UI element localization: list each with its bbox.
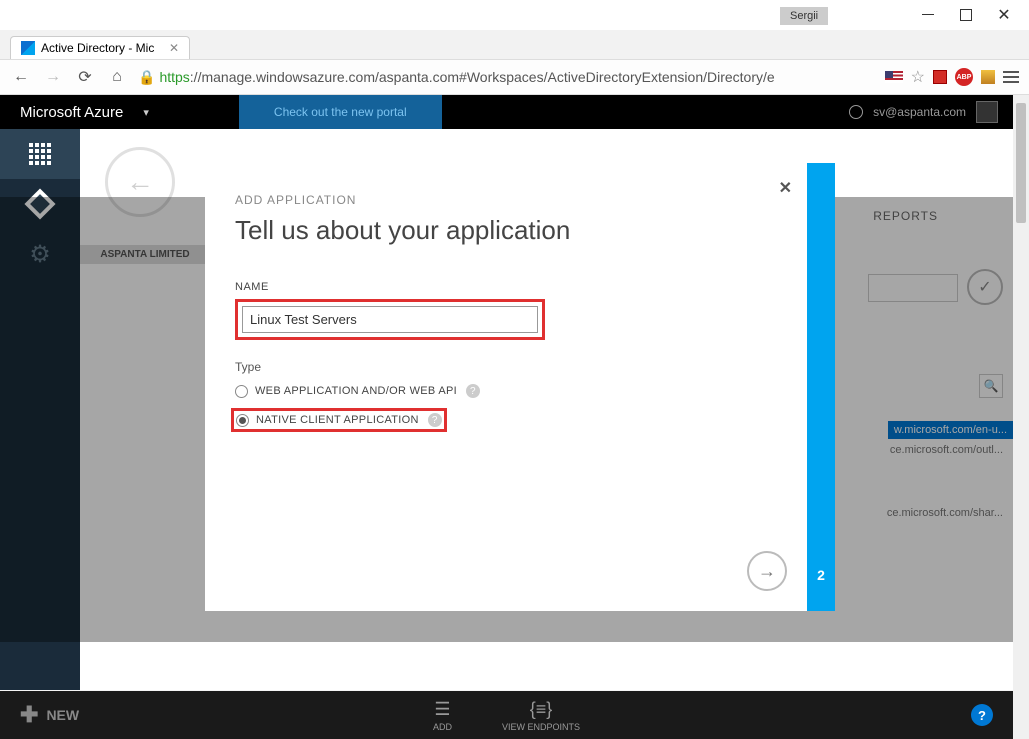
user-email: sv@aspanta.com [873, 105, 966, 119]
help-icon[interactable]: ? [466, 384, 480, 398]
locale-flag-icon[interactable] [885, 71, 903, 83]
tab-close-icon[interactable]: ✕ [169, 41, 179, 55]
endpoints-icon: {≡} [530, 699, 553, 720]
viewport: Microsoft Azure ▾ Check out the new port… [0, 95, 1029, 739]
lastpass-icon[interactable] [933, 70, 947, 84]
azure-brand[interactable]: Microsoft Azure [20, 104, 123, 121]
browser-menu-icon[interactable] [1003, 71, 1019, 83]
command-new-button[interactable]: ✚ NEW [20, 702, 79, 728]
browser-tab-active[interactable]: Active Directory - Mic ✕ [10, 36, 190, 59]
nav-forward-button[interactable]: → [42, 66, 64, 88]
bookmark-star-icon[interactable]: ☆ [911, 67, 925, 87]
command-bar: ✚ NEW ☰ ADD {≡} VIEW ENDPOINTS ? [0, 691, 1013, 739]
command-add-label: ADD [433, 722, 452, 732]
extension-icon[interactable] [981, 70, 995, 84]
command-view-endpoints-button[interactable]: {≡} VIEW ENDPOINTS [502, 699, 580, 732]
arrow-left-icon: ← [126, 166, 154, 198]
nav-reload-button[interactable]: ⟳ [74, 66, 96, 88]
dialog-next-button[interactable]: → [747, 551, 787, 591]
tab-title: Active Directory - Mic [41, 41, 154, 55]
window-user-label: Sergii [780, 7, 828, 25]
command-add-button[interactable]: ☰ ADD [433, 699, 452, 732]
vertical-scrollbar[interactable] [1013, 95, 1029, 739]
checkout-new-portal-link[interactable]: Check out the new portal [239, 95, 442, 129]
user-avatar-icon [976, 101, 998, 123]
lock-icon: 🔒 [138, 69, 155, 86]
tab-favicon-icon [21, 41, 35, 55]
name-field-highlight [235, 299, 545, 340]
url-path: ://manage.windowsazure.com/aspanta.com#W… [190, 69, 775, 85]
plus-icon: ✚ [20, 702, 38, 728]
nav-home-button[interactable]: ⌂ [106, 66, 128, 88]
step-number: 2 [817, 567, 825, 583]
add-application-dialog: ✕ ADD APPLICATION Tell us about your app… [205, 163, 835, 611]
help-button[interactable]: ? [971, 704, 993, 726]
sidebar-item-all[interactable] [0, 129, 80, 179]
window-titlebar: Sergii [0, 0, 1029, 30]
type-field-label: Type [235, 360, 777, 374]
application-name-input[interactable] [242, 306, 538, 333]
grid-icon [29, 143, 51, 165]
globe-icon [849, 105, 863, 119]
scrollbar-thumb[interactable] [1016, 103, 1026, 223]
window-close-button[interactable] [994, 5, 1014, 25]
nav-back-button[interactable]: ← [10, 66, 32, 88]
chevron-down-icon[interactable]: ▾ [143, 106, 149, 119]
radio-icon [235, 385, 248, 398]
add-icon: ☰ [434, 699, 450, 720]
name-field-label: NAME [235, 281, 777, 293]
command-new-label: NEW [46, 707, 79, 723]
azure-user-area[interactable]: sv@aspanta.com [849, 101, 1013, 123]
radio-icon [236, 414, 249, 427]
url-protocol: https [159, 69, 189, 85]
command-view-endpoints-label: VIEW ENDPOINTS [502, 722, 580, 732]
adblock-icon[interactable]: ABP [955, 68, 973, 86]
dialog-close-button[interactable]: ✕ [779, 178, 792, 198]
browser-address-bar: ← → ⟳ ⌂ 🔒 https ://manage.windowsazure.c… [0, 60, 1029, 95]
url-box[interactable]: 🔒 https ://manage.windowsazure.com/aspan… [138, 69, 875, 86]
dialog-title: Tell us about your application [235, 215, 777, 246]
dialog-step-indicator: 2 [807, 163, 835, 611]
window-minimize-button[interactable] [918, 5, 938, 25]
window-maximize-button[interactable] [956, 5, 976, 25]
window-controls [918, 5, 1029, 25]
radio-option-native-client[interactable]: NATIVE CLIENT APPLICATION ? [231, 408, 447, 432]
help-icon[interactable]: ? [428, 413, 442, 427]
dialog-label: ADD APPLICATION [235, 193, 777, 207]
azure-header: Microsoft Azure ▾ Check out the new port… [0, 95, 1013, 129]
radio-web-label: WEB APPLICATION AND/OR WEB API [255, 385, 457, 397]
radio-native-label: NATIVE CLIENT APPLICATION [256, 414, 419, 426]
radio-option-web-app[interactable]: WEB APPLICATION AND/OR WEB API ? [235, 384, 777, 398]
browser-tab-bar: Active Directory - Mic ✕ [0, 30, 1029, 60]
